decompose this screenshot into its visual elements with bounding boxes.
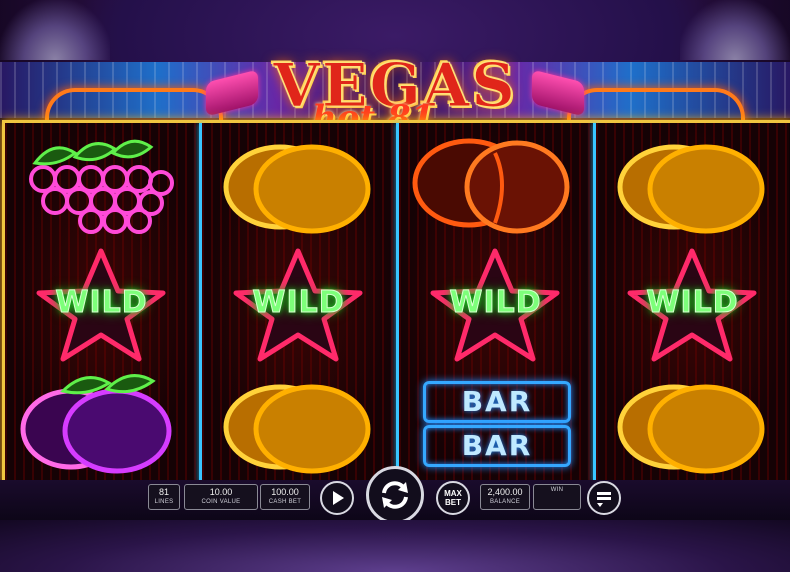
- lemon-icon: [617, 144, 765, 234]
- symbol-lemon: [202, 363, 395, 483]
- symbol-wild: WILD: [5, 243, 198, 363]
- symbol-lemon: [596, 363, 789, 483]
- wild-label: WILD: [55, 285, 148, 321]
- lemon-icon: [223, 384, 371, 474]
- grapes-icon: [29, 139, 174, 234]
- bar-label-bottom: BAR: [423, 425, 571, 467]
- symbol-wild: WILD: [202, 243, 395, 363]
- spin-button[interactable]: [366, 466, 424, 524]
- lemon-icon: [617, 384, 765, 474]
- reel-1: WILD: [5, 123, 198, 483]
- coin-value: 10.00: [209, 487, 233, 497]
- wild-label: WILD: [646, 285, 739, 321]
- play-icon: [333, 491, 344, 505]
- wild-label: WILD: [449, 285, 542, 321]
- orange-icon: [412, 138, 570, 234]
- bar-label-top: BAR: [423, 381, 571, 423]
- symbol-orange: [399, 123, 592, 243]
- corner-light-right: [680, 0, 790, 60]
- win-display: WIN: [533, 484, 581, 510]
- stage-floor: [0, 520, 790, 572]
- cash-bet-label: CASH BET: [268, 499, 302, 505]
- reel-2: WILD: [202, 123, 395, 483]
- spin-arrows-icon: [382, 481, 408, 509]
- symbol-wild: WILD: [596, 243, 789, 363]
- symbol-wild: WILD: [399, 243, 592, 363]
- symbol-grapes: [5, 123, 198, 243]
- balance-value: 2,400.00: [487, 487, 523, 497]
- coin-value-selector[interactable]: 10.00 COIN VALUE: [184, 484, 258, 510]
- balance-label: BALANCE: [489, 499, 521, 505]
- wild-label: WILD: [252, 285, 345, 321]
- balance-display: 2,400.00 BALANCE: [480, 484, 530, 510]
- lines-label: LINES: [154, 499, 174, 505]
- reel-area: WILD WILD WILD BAR BAR WILD: [2, 120, 790, 486]
- reel-3: WILD BAR BAR: [399, 123, 592, 483]
- coin-value-label: COIN VALUE: [201, 499, 241, 505]
- menu-button[interactable]: [587, 481, 621, 515]
- reel-4: WILD: [596, 123, 789, 483]
- max-bet-button[interactable]: MAX BET: [436, 481, 470, 515]
- cash-bet-value: 100.00: [271, 487, 299, 497]
- symbol-lemon: [596, 123, 789, 243]
- symbol-plum: [5, 363, 198, 483]
- symbol-lemon: [202, 123, 395, 243]
- lemon-icon: [223, 144, 371, 234]
- autoplay-button[interactable]: [320, 481, 354, 515]
- menu-icon: [597, 492, 611, 507]
- max-bet-label-line2: BET: [445, 498, 461, 507]
- lines-value: 81: [158, 487, 169, 497]
- plum-icon: [20, 374, 172, 474]
- max-bet-label-line1: MAX: [444, 489, 462, 498]
- corner-light-left: [0, 0, 110, 60]
- lines-display[interactable]: 81 LINES: [148, 484, 180, 510]
- win-label: WIN: [550, 487, 564, 493]
- cash-bet-display[interactable]: 100.00 CASH BET: [260, 484, 310, 510]
- symbol-bar: BAR BAR: [399, 363, 592, 483]
